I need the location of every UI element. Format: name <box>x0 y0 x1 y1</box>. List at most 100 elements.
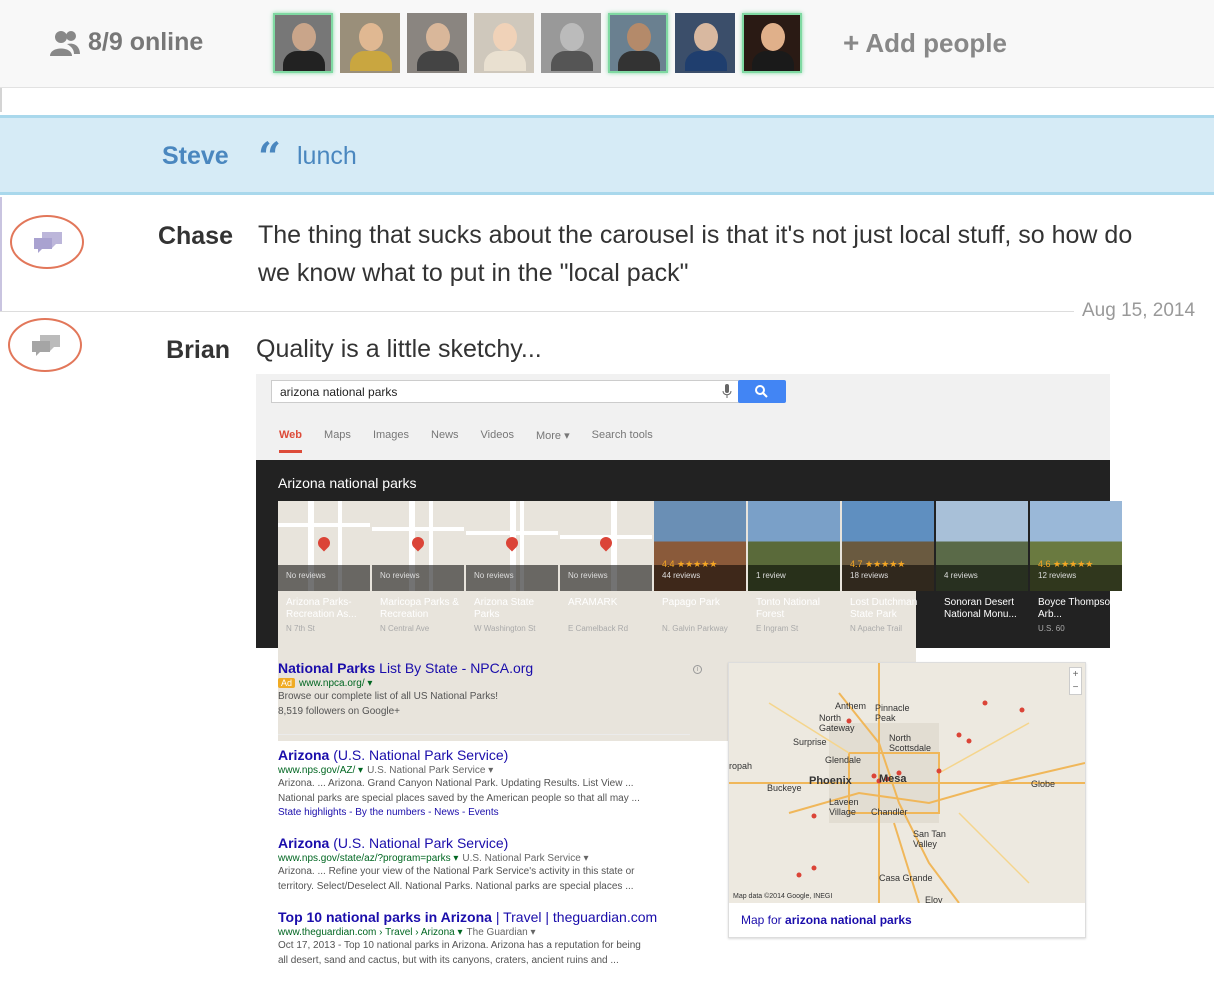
carousel-name: Tonto National Forest <box>756 597 820 620</box>
map-label: ropah <box>729 761 753 771</box>
date-divider <box>0 311 1074 312</box>
result-snippet: National parks are special places saved … <box>278 793 640 804</box>
add-people-label: Add people <box>865 27 1007 58</box>
result-url: www.nps.gov/state/az/?program=parks ▾ U.S… <box>278 853 589 864</box>
result-title: Arizona (U.S. National Park Service) <box>278 835 509 851</box>
carousel-item: 1 review Tonto National Forest E Ingram St <box>748 501 840 641</box>
carousel-reviews: No reviews <box>286 571 326 580</box>
carousel-reviews: No reviews <box>474 571 514 580</box>
carousel-rating: 4.4 ★★★★★ <box>662 559 718 569</box>
result-snippet: Arizona. ... Refine your view of the Nat… <box>278 866 635 877</box>
carousel-items: No reviews Arizona Parks-Recreation As...… <box>278 501 1124 741</box>
avatar-body <box>618 51 660 71</box>
search-results: National Parks List By State - NPCA.org A… <box>278 660 696 983</box>
carousel-item: 4.7 ★★★★★ 18 reviews Lost Dutchman State P… <box>842 501 934 641</box>
avatar-list <box>273 13 809 73</box>
result-snippet: 8,519 followers on Google+ <box>278 706 401 717</box>
carousel-name: Sonoran Desert National Monu... <box>944 597 1017 620</box>
reply-button[interactable] <box>10 215 84 269</box>
avatar-body <box>283 51 325 71</box>
message-chase: Chase The thing that sucks about the car… <box>0 197 1214 311</box>
avatar-body <box>484 51 526 71</box>
attached-screenshot[interactable]: arizona national parks Web Maps Images News… <box>256 374 1122 973</box>
avatar[interactable] <box>742 13 802 73</box>
carousel-reviews: 1 review <box>756 571 786 580</box>
carousel-name: Lost Dutchman State Park <box>850 597 918 620</box>
map-pin-icon <box>315 534 333 552</box>
reply-button[interactable] <box>8 318 82 372</box>
google-header: arizona national parks Web Maps Images News… <box>256 374 1110 460</box>
avatar-body <box>417 51 459 71</box>
map-card: Anthem Pinnacle Peak North Gateway Surpr… <box>728 662 1086 938</box>
avatar[interactable] <box>541 13 601 73</box>
search-result: Arizona (U.S. National Park Service) www.… <box>278 835 696 894</box>
pinned-quote[interactable]: Steve “ lunch <box>0 115 1214 195</box>
avatar[interactable] <box>273 13 333 73</box>
presence-bar: 8/9 online + Add people <box>0 0 1214 88</box>
google-tab: More ▾ <box>535 430 570 442</box>
result-url: www.nps.gov/AZ/ ▾ U.S. National Park Serv… <box>278 765 494 776</box>
google-tab: Videos <box>480 429 514 441</box>
result-title: Top 10 national parks in Arizona | Trave… <box>278 909 658 925</box>
carousel-rating: 4.6 ★★★★★ <box>1038 559 1094 569</box>
carousel-address: N Central Ave <box>380 624 430 633</box>
message-text: Quality is a little sketchy... <box>256 335 542 363</box>
carousel-name: Arizona Parks-Recreation As... <box>286 597 357 620</box>
result-title: Arizona (U.S. National Park Service) <box>278 747 509 763</box>
avatar-face <box>493 23 517 51</box>
avatar-body <box>752 51 794 71</box>
avatar[interactable] <box>340 13 400 73</box>
avatar-face <box>694 23 718 51</box>
carousel-item: No reviews ARAMARK E Camelback Rd <box>560 501 916 741</box>
avatar-face <box>761 23 785 51</box>
google-search-button <box>738 380 786 403</box>
quote-author: Steve <box>162 142 229 170</box>
message-text: The thing that sucks about the carousel … <box>258 216 1132 292</box>
chat-bubbles-icon <box>32 335 60 356</box>
map-label: Pinnacle Peak <box>875 703 910 723</box>
map-label: Laveen Village <box>829 797 859 817</box>
map-caption: Map for arizona national parks <box>741 913 912 927</box>
carousel-address: N Apache Trail <box>850 624 903 633</box>
mic-icon <box>722 384 732 398</box>
result-snippet: all desert, sand and cactus, but with it… <box>278 955 619 966</box>
carousel-name: Papago Park <box>662 597 720 608</box>
carousel-reviews: 44 reviews <box>662 571 701 580</box>
result-snippet: territory. Select/Deselect All. National… <box>278 881 634 892</box>
carousel-reviews: No reviews <box>380 571 420 580</box>
result-url: Ad www.npca.org/ ▾ <box>278 678 696 689</box>
result-url: www.theguardian.com › Travel › Arizona ▾… <box>278 927 536 938</box>
avatar-body <box>350 51 392 71</box>
google-tab: News <box>431 429 459 441</box>
map-pin-icon <box>503 534 521 552</box>
carousel-item: 4.4 ★★★★★ 44 reviews Papago Park N. Galvin … <box>654 501 746 641</box>
carousel-address: W Washington St <box>474 624 536 633</box>
carousel-address: E Camelback Rd <box>568 624 629 633</box>
search-icon <box>755 385 768 398</box>
avatar[interactable] <box>675 13 735 73</box>
carousel-name: Arizona State Parks <box>474 597 535 620</box>
avatar-face <box>292 23 316 51</box>
carousel-reviews: 4 reviews <box>944 571 978 580</box>
google-tab: Maps <box>324 429 351 441</box>
map-label: Mesa <box>879 773 907 785</box>
avatar[interactable] <box>474 13 534 73</box>
google-tab: Web <box>279 429 303 453</box>
map-label: Surprise <box>793 737 827 747</box>
avatar[interactable] <box>407 13 467 73</box>
map-label: Phoenix <box>809 775 852 787</box>
avatar[interactable] <box>608 13 668 73</box>
add-people-button[interactable]: + Add people <box>843 27 1007 59</box>
result-separator <box>278 734 690 735</box>
google-tab: Images <box>372 429 410 441</box>
map-label: Buckeye <box>767 783 802 793</box>
search-result: National Parks List By State - NPCA.org A… <box>278 660 696 719</box>
map-view: Anthem Pinnacle Peak North Gateway Surpr… <box>729 663 1085 903</box>
map-label: Casa Grande <box>879 873 933 883</box>
carousel-item: No reviews Arizona Parks-Recreation As...… <box>278 501 634 741</box>
result-snippet: Browse our complete list of all US Natio… <box>278 691 499 702</box>
carousel-rating: 4.7 ★★★★★ <box>850 559 906 569</box>
chat-bubbles-icon <box>34 232 62 253</box>
avatar-body <box>551 51 593 71</box>
carousel-name: ARAMARK <box>568 597 618 608</box>
